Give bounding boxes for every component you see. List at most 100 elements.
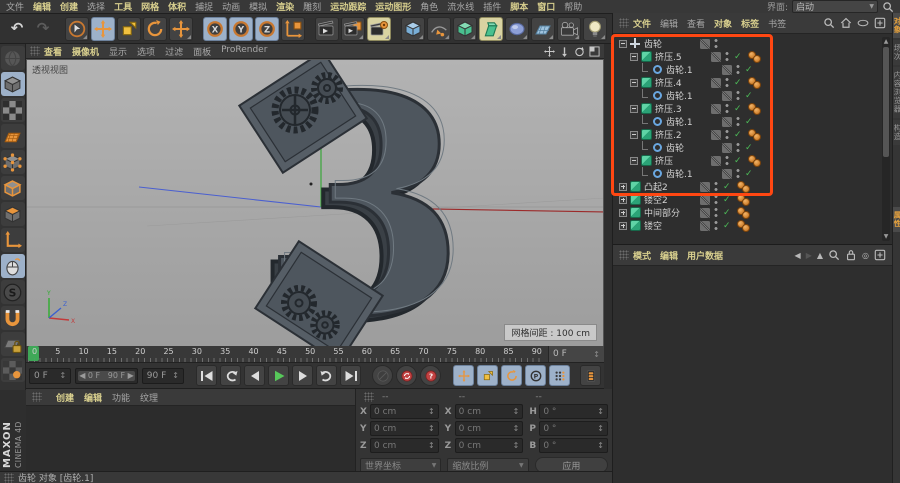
zoom-view-icon[interactable] xyxy=(559,46,570,57)
expand-toggle-icon[interactable] xyxy=(619,39,627,48)
stepper-icon[interactable]: ↕ xyxy=(597,441,604,450)
last-tool-button[interactable] xyxy=(169,16,193,41)
stepper-icon[interactable]: ↕ xyxy=(597,407,604,416)
stepper-icon[interactable]: ↕ xyxy=(513,424,520,433)
scroll-up-icon[interactable]: ▲ xyxy=(882,38,890,45)
tag-icons[interactable] xyxy=(748,128,761,141)
coord-system-button[interactable] xyxy=(281,16,305,41)
viewport-menu-item[interactable]: 过滤 xyxy=(165,45,183,58)
expand-toggle-icon[interactable] xyxy=(619,195,627,204)
lock-x-button[interactable]: X xyxy=(203,16,227,41)
material-menu-item[interactable]: 纹理 xyxy=(140,391,158,404)
object-tree-scrollbar[interactable]: ▲ ▼ xyxy=(882,37,890,241)
add-floor-button[interactable] xyxy=(531,16,555,41)
visibility-dots-icon[interactable] xyxy=(725,103,729,114)
toggle-view-icon[interactable] xyxy=(589,45,600,57)
interface-select[interactable]: 启动 ▼ xyxy=(792,0,878,13)
lock-icon[interactable] xyxy=(845,249,857,261)
object-row[interactable]: 齿轮.1 xyxy=(613,63,892,76)
material-tag-icon[interactable] xyxy=(753,106,761,115)
visibility-dots-icon[interactable] xyxy=(736,168,740,179)
panel-grip-icon[interactable] xyxy=(30,46,40,56)
viewport-menu-item[interactable]: 显示 xyxy=(109,45,127,58)
add-primitive-button[interactable] xyxy=(401,16,425,41)
enabled-check-icon[interactable] xyxy=(723,221,735,231)
menu-item[interactable]: 雕刻 xyxy=(303,0,321,13)
attribute-menu-item[interactable]: 用户数据 xyxy=(687,249,723,262)
layer-toggle-icon[interactable] xyxy=(722,168,732,179)
panel-grip-icon[interactable] xyxy=(32,392,42,402)
history-forward-icon[interactable]: ▶ xyxy=(806,251,812,260)
add-light-button[interactable] xyxy=(583,16,607,41)
object-row[interactable]: 齿轮.1 xyxy=(613,167,892,180)
visibility-dots-icon[interactable] xyxy=(714,220,718,231)
material-list-area[interactable] xyxy=(26,406,355,471)
object-manager-menu-item[interactable]: 文件 xyxy=(633,17,651,30)
rotate-button[interactable] xyxy=(143,16,167,41)
tag-icons[interactable] xyxy=(737,206,750,219)
material-menu-item[interactable]: 创建 xyxy=(56,391,74,404)
enabled-check-icon[interactable] xyxy=(734,130,746,140)
layer-toggle-icon[interactable] xyxy=(700,207,710,218)
object-row[interactable]: 挤压 xyxy=(613,154,892,167)
scale-button[interactable] xyxy=(117,16,141,41)
attribute-menu-item[interactable]: 模式 xyxy=(633,249,651,262)
paint-setup-button[interactable] xyxy=(0,358,25,382)
edges-mode-button[interactable] xyxy=(0,176,25,200)
enabled-check-icon[interactable] xyxy=(734,104,746,114)
object-row[interactable]: 挤压.4 xyxy=(613,76,892,89)
stepper-icon[interactable]: ↕ xyxy=(60,371,67,380)
viewport-solo-button[interactable] xyxy=(0,254,25,278)
layer-toggle-icon[interactable] xyxy=(711,155,721,166)
redo-button[interactable]: ↷ xyxy=(31,17,55,41)
add-camera-button[interactable] xyxy=(557,16,581,41)
panel-grip-icon[interactable] xyxy=(364,392,374,402)
object-row[interactable]: 镂空2 xyxy=(613,193,892,206)
viewport-menu-item[interactable]: ProRender xyxy=(221,45,267,58)
menu-item[interactable]: 插件 xyxy=(483,0,501,13)
play-button[interactable] xyxy=(268,365,289,386)
menu-item[interactable]: 文件 xyxy=(6,0,24,13)
menu-item[interactable]: 脚本 xyxy=(510,0,528,13)
coords-field-input[interactable]: 0 cm ↕ xyxy=(454,404,524,419)
expand-toggle-icon[interactable] xyxy=(642,63,648,72)
tag-icons[interactable] xyxy=(737,219,750,232)
viewport-menu-item[interactable]: 面板 xyxy=(193,45,211,58)
object-label[interactable]: 齿轮 xyxy=(666,141,722,154)
material-tag-icon[interactable] xyxy=(753,132,761,141)
material-tag-icon[interactable] xyxy=(753,54,761,63)
scrollbar-thumb[interactable] xyxy=(883,47,889,157)
object-manager-menu-item[interactable]: 查看 xyxy=(687,17,705,30)
object-label[interactable]: 中间部分 xyxy=(644,206,700,219)
tag-icons[interactable] xyxy=(737,193,750,206)
layer-toggle-icon[interactable] xyxy=(700,220,710,231)
stepper-icon[interactable]: ↕ xyxy=(597,424,604,433)
material-tag-icon[interactable] xyxy=(742,210,750,219)
enabled-check-icon[interactable] xyxy=(745,117,757,127)
next-frame-button[interactable] xyxy=(292,365,313,386)
coords-field-input[interactable]: 0 cm ↕ xyxy=(370,404,439,419)
enabled-check-icon[interactable] xyxy=(734,52,746,62)
timeline-ruler[interactable]: 0 5 10 15 20 25 30 35 40 45 50 55 60 65 70 75 80 85 90 0 F… xyxy=(26,346,604,363)
panel-tab[interactable]: 对象 xyxy=(893,13,900,38)
layer-toggle-icon[interactable] xyxy=(711,129,721,140)
coords-field-input[interactable]: 0 cm ↕ xyxy=(370,421,439,436)
stepper-icon[interactable]: ↕ xyxy=(593,350,600,359)
keyframe-selection-button[interactable] xyxy=(580,365,601,386)
object-label[interactable]: 镂空2 xyxy=(644,193,700,206)
object-label[interactable]: 挤压 xyxy=(655,154,711,167)
enabled-check-icon[interactable] xyxy=(745,91,757,101)
search-icon[interactable] xyxy=(828,249,840,261)
lock-workplane-button[interactable] xyxy=(0,332,25,356)
key-scale-button[interactable] xyxy=(477,365,498,386)
layer-toggle-icon[interactable] xyxy=(700,194,710,205)
stepper-icon[interactable]: ↕ xyxy=(428,441,435,450)
material-tag-icon[interactable] xyxy=(753,80,761,89)
enabled-check-icon[interactable] xyxy=(734,156,746,166)
tag-icons[interactable] xyxy=(748,76,761,89)
expand-toggle-icon[interactable] xyxy=(630,130,638,139)
enabled-check-icon[interactable] xyxy=(745,65,757,75)
menu-item[interactable]: 网格 xyxy=(141,0,159,13)
object-label[interactable]: 挤压.3 xyxy=(655,102,711,115)
pan-view-icon[interactable] xyxy=(544,45,555,57)
